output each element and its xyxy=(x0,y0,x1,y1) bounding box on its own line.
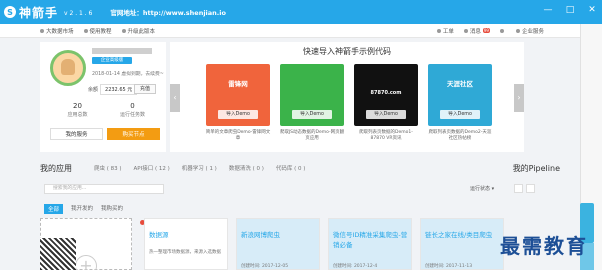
user-icon xyxy=(499,28,504,33)
tab-codebase[interactable]: 代码库 ( 0 ) xyxy=(276,164,306,172)
top-toolbar: 大数据市场 使用教程 升级此版本 工单 消息 99 企业服务 xyxy=(0,24,580,38)
app-card[interactable]: 新浪网博爬虫 创建时间: 2017-12-05 xyxy=(236,218,320,270)
user-stats: 20 应用总数 0 运行任务数 xyxy=(50,102,160,118)
pipeline-link[interactable]: 我的Pipeline xyxy=(513,163,560,174)
toolbar-market[interactable]: 大数据市场 xyxy=(40,27,74,35)
demo-desc: 爬取列表页数据的Demo2-天涯社区热帖榜 xyxy=(428,130,492,141)
apps-title: 我的应用 xyxy=(40,163,72,173)
maximize-button[interactable]: □ xyxy=(564,5,576,15)
promo-title: 快速导入神箭手示例代码 xyxy=(303,47,391,56)
title-bar: S 神箭手 v 2 . 1 . 6 官网地址：http://www.shenji… xyxy=(0,0,602,24)
demo-desc: 爬取JS动态数据的Demo-网页翻页应用 xyxy=(279,130,345,141)
toolbar-tutorial[interactable]: 使用教程 xyxy=(83,27,112,35)
toolbar-upgrade[interactable]: 升级此版本 xyxy=(121,27,155,35)
bell-icon xyxy=(463,28,468,33)
app-card[interactable]: 微信号ID精准采集爬虫-营销必备 创建时间: 2017-12-4 xyxy=(328,218,412,270)
demo-card-tianya[interactable]: 天涯社区 导入Demo xyxy=(428,64,492,126)
market-icon xyxy=(40,28,44,33)
logo-icon: S xyxy=(4,6,16,18)
tab-ml[interactable]: 机器学习 ( 1 ) xyxy=(182,164,217,172)
my-service-button[interactable]: 我的服务 xyxy=(50,128,103,140)
plan-badge: 企业高级版 xyxy=(92,57,132,64)
subtab-mine[interactable]: 我开发的 xyxy=(71,204,93,214)
minimize-button[interactable]: — xyxy=(542,5,554,15)
site-url[interactable]: 官网地址：http://www.shenjian.io xyxy=(110,7,226,17)
toolbar-profile[interactable] xyxy=(499,27,506,35)
subtab-bought[interactable]: 我购买的 xyxy=(101,204,123,214)
recharge-button[interactable]: 充值 xyxy=(134,84,156,94)
tab-crawler[interactable]: 爬虫 ( 83 ) xyxy=(94,164,122,172)
demo-card-87870[interactable]: 87870.com 导入Demo xyxy=(354,64,418,126)
demo-card-leiphone[interactable]: 雷锋网 导入Demo xyxy=(206,64,270,126)
app-card[interactable]: 数据源 热一整理市场数据源，来源入选数据 xyxy=(144,218,228,270)
import-demo-button[interactable]: 导入Demo xyxy=(366,110,406,119)
avatar[interactable] xyxy=(50,50,86,86)
balance-row: 余额 2232.65 元 xyxy=(88,84,138,95)
app-card[interactable]: 链长之家在线/类目爬虫 创建时间: 2017-11-13 xyxy=(420,218,504,270)
qr-code xyxy=(40,238,76,270)
toolbar-ticket[interactable]: 工单 xyxy=(436,27,454,35)
subtab-all[interactable]: 全部 xyxy=(44,204,64,214)
username-redacted xyxy=(92,48,152,54)
app-logo: S 神箭手 v 2 . 1 . 6 xyxy=(4,4,92,21)
grid-view-icon[interactable] xyxy=(514,184,523,193)
import-demo-button[interactable]: 导入Demo xyxy=(218,110,258,119)
stat-apps: 20 应用总数 xyxy=(67,102,88,118)
window-controls: — □ ✕ xyxy=(542,5,598,15)
buy-node-button[interactable]: 购买节点 xyxy=(107,128,160,140)
demo-desc: 简单的文章爬虫Demo-雷锋网文章 xyxy=(205,130,271,141)
stat-tasks: 0 运行任务数 xyxy=(119,102,145,118)
app-name: 神箭手 xyxy=(19,5,59,20)
plus-icon: + xyxy=(75,255,97,270)
list-view-icon[interactable] xyxy=(526,184,535,193)
demo-import-panel: 快速导入神箭手示例代码 ‹ › 雷锋网 导入Demo 导入Demo 87870.… xyxy=(170,42,524,152)
next-arrow[interactable]: › xyxy=(514,84,524,112)
search-input[interactable]: 搜索我的应用... xyxy=(44,184,164,194)
tutorial-icon xyxy=(83,28,88,33)
prev-arrow[interactable]: ‹ xyxy=(170,84,180,112)
toolbar-messages[interactable]: 消息 99 xyxy=(463,27,490,35)
enterprise-icon xyxy=(515,28,520,33)
toolbar-enterprise[interactable]: 企业服务 xyxy=(515,27,544,35)
message-count-badge: 99 xyxy=(482,28,490,33)
ticket-icon xyxy=(436,28,441,33)
import-demo-button[interactable]: 导入Demo xyxy=(440,110,480,119)
tab-api[interactable]: API接口 ( 12 ) xyxy=(134,164,170,172)
import-demo-button[interactable]: 导入Demo xyxy=(292,110,332,119)
user-card: 企业高级版 2018-01-14 虚拟到期，去续费~ 余额 2232.65 元 充… xyxy=(40,42,166,152)
expiry-date[interactable]: 2018-01-14 虚拟到期，去续费~ xyxy=(92,70,164,77)
my-apps-section: 我的应用 爬虫 ( 83 ) API接口 ( 12 ) 机器学习 ( 1 ) 数… xyxy=(40,160,560,270)
watermark-text: 最需教育 xyxy=(500,234,588,258)
tab-cleaning[interactable]: 数据清洗 ( 0 ) xyxy=(229,164,264,172)
demo-desc: 爬取列表页数据的Demo1-87870 VR资讯 xyxy=(359,130,413,141)
upgrade-icon xyxy=(121,28,126,33)
sort-select[interactable]: 运行状态 ▾ xyxy=(470,185,494,192)
demo-card-js[interactable]: 导入Demo xyxy=(280,64,344,126)
balance-value: 2232.65 元 xyxy=(100,84,138,95)
close-button[interactable]: ✕ xyxy=(586,5,598,15)
app-version: v 2 . 1 . 6 xyxy=(64,9,93,17)
